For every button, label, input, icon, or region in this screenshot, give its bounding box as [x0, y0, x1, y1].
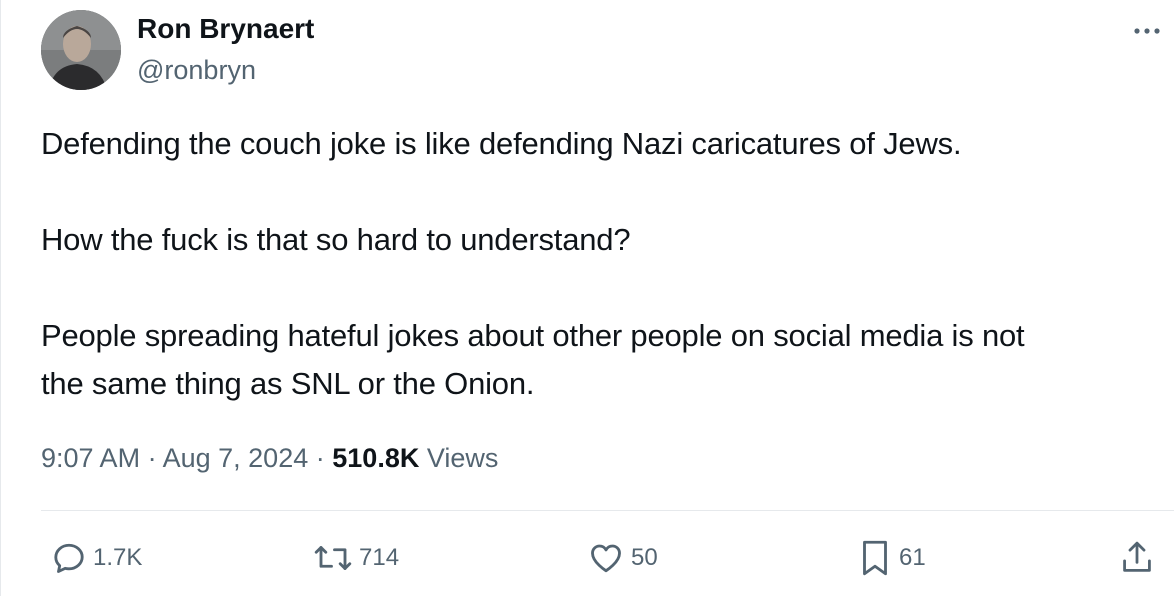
- share-button[interactable]: [1119, 536, 1155, 580]
- avatar[interactable]: [41, 10, 121, 90]
- reply-button[interactable]: 1.7K: [51, 536, 142, 580]
- like-button[interactable]: 50: [587, 536, 658, 580]
- tweet-date[interactable]: Aug 7, 2024: [163, 443, 309, 473]
- author-name[interactable]: Ron Brynaert: [137, 12, 314, 46]
- tweet-time[interactable]: 9:07 AM: [41, 443, 140, 473]
- tweet-card: Ron Brynaert @ronbryn Defending the couc…: [0, 0, 1174, 596]
- tweet-paragraph: How the fuck is that so hard to understa…: [41, 222, 631, 257]
- repost-count: 714: [359, 544, 400, 571]
- meta-separator: ·: [315, 443, 325, 473]
- heart-icon: [591, 544, 621, 573]
- divider: [41, 510, 1174, 511]
- author-handle[interactable]: @ronbryn: [137, 54, 256, 86]
- meta-separator: ·: [147, 443, 157, 473]
- avatar-photo: [41, 10, 121, 90]
- reply-icon: [54, 543, 84, 573]
- tweet-text: Defending the couch joke is like defendi…: [41, 120, 1174, 408]
- bookmark-button[interactable]: 61: [857, 536, 926, 580]
- views-label: Views: [426, 443, 499, 473]
- like-count: 50: [631, 544, 658, 571]
- bookmark-count: 61: [899, 544, 926, 571]
- repost-button[interactable]: 714: [313, 536, 399, 580]
- more-icon[interactable]: [1130, 14, 1164, 48]
- bookmark-icon: [863, 540, 887, 576]
- views-count: 510.8K: [332, 443, 420, 473]
- share-icon: [1123, 541, 1151, 572]
- tweet-paragraph: Defending the couch joke is like defendi…: [41, 126, 962, 161]
- retweet-icon: [314, 546, 352, 570]
- tweet-paragraph: the same thing as SNL or the Onion.: [41, 366, 535, 401]
- reply-count: 1.7K: [93, 544, 143, 571]
- tweet-paragraph: People spreading hateful jokes about oth…: [41, 318, 1025, 353]
- tweet-metadata: 9:07 AM · Aug 7, 2024 · 510.8K Views: [41, 438, 498, 478]
